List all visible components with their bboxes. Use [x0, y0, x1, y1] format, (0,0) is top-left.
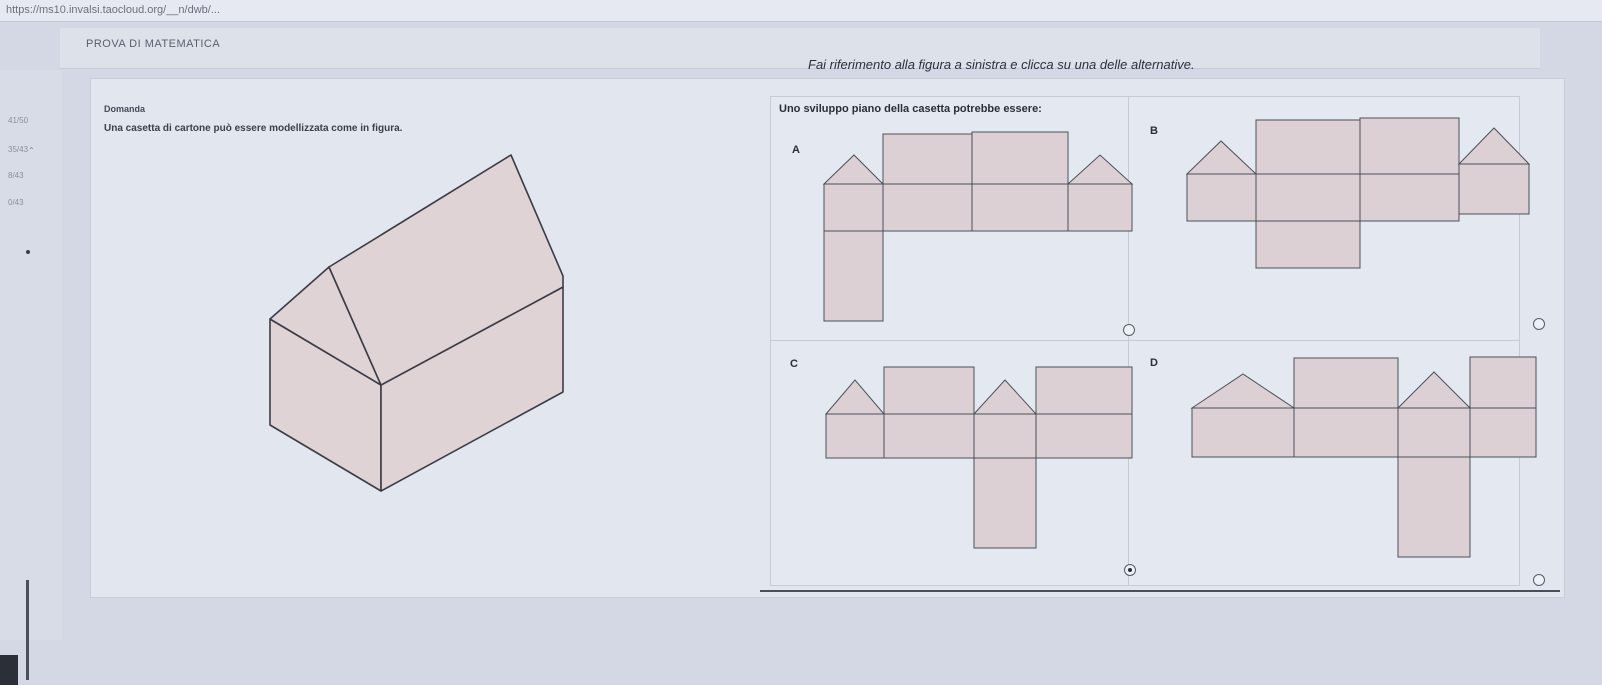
net-option-d	[1190, 356, 1537, 558]
option-b-radio[interactable]	[1533, 318, 1545, 330]
net-option-c	[824, 366, 1133, 549]
side-tab[interactable]	[0, 655, 18, 685]
option-d-radio[interactable]	[1533, 574, 1545, 586]
option-nets	[822, 117, 1537, 558]
divider	[760, 590, 1560, 592]
option-c-radio[interactable]	[1124, 564, 1136, 576]
net-option-b	[1185, 117, 1531, 269]
option-a-radio[interactable]	[1123, 324, 1135, 336]
net-option-a	[822, 131, 1134, 322]
